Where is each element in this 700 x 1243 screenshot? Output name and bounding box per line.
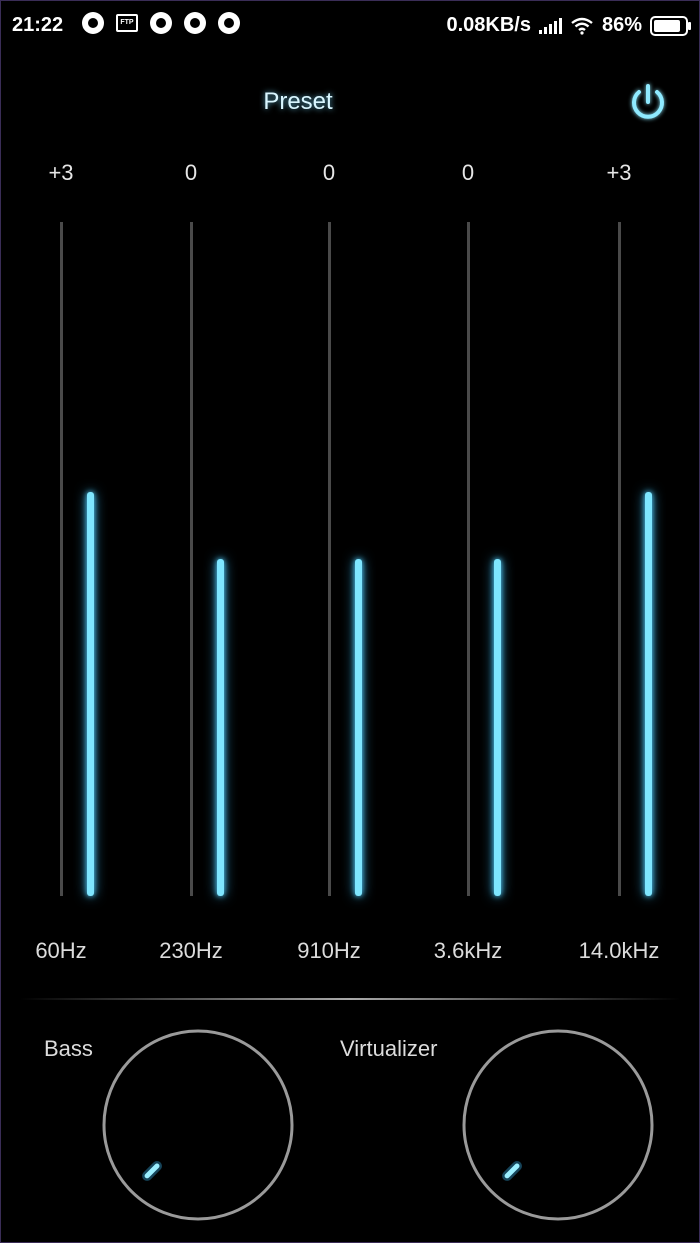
- battery-percent: 86%: [601, 14, 642, 36]
- band-slider[interactable]: [60, 222, 94, 896]
- band-slider[interactable]: [618, 222, 652, 896]
- band-slider[interactable]: [467, 222, 501, 896]
- aperture-icon: [150, 12, 172, 34]
- band-value: 0: [184, 160, 198, 185]
- network-speed: 0.08KB/s: [446, 14, 531, 36]
- notification-icons: FTP: [82, 12, 240, 34]
- battery-icon: [650, 15, 691, 36]
- band-value: +3: [48, 160, 74, 185]
- band-slider[interactable]: [190, 222, 224, 896]
- band-level: [645, 492, 652, 896]
- knob-ring: [102, 1029, 294, 1221]
- band-slider[interactable]: [328, 222, 362, 896]
- ftp-icon: FTP: [116, 14, 138, 32]
- bass-label: Bass: [44, 1036, 93, 1061]
- bass-knob[interactable]: [102, 1029, 294, 1221]
- status-bar: 21:22 FTP 0.08KB/s 86%: [0, 0, 700, 52]
- signal-icon: [538, 17, 562, 34]
- power-icon[interactable]: [626, 80, 670, 124]
- band-label: 910Hz: [297, 938, 361, 963]
- aperture-icon: [184, 12, 206, 34]
- wifi-icon: [571, 17, 593, 35]
- status-right: 0.08KB/s 86%: [446, 14, 691, 37]
- band-value: 0: [461, 160, 475, 185]
- band-label: 3.6kHz: [433, 938, 503, 963]
- knob-ring: [462, 1029, 654, 1221]
- band-label: 230Hz: [159, 938, 223, 963]
- aperture-icon: [218, 12, 240, 34]
- band-label: 60Hz: [35, 938, 87, 963]
- battery-fill: [654, 19, 680, 32]
- band-label: 14.0kHz: [578, 938, 660, 963]
- divider: [20, 998, 680, 1000]
- status-time: 21:22: [12, 14, 64, 36]
- band-level: [217, 559, 224, 896]
- band-level: [355, 559, 362, 896]
- band-value: +3: [606, 160, 632, 185]
- band-level: [87, 492, 94, 896]
- virtualizer-label: Virtualizer: [340, 1036, 438, 1061]
- preset-button[interactable]: Preset: [0, 88, 596, 116]
- virtualizer-knob[interactable]: [462, 1029, 654, 1221]
- band-level: [494, 559, 501, 896]
- aperture-icon: [82, 12, 104, 34]
- band-value: 0: [322, 160, 336, 185]
